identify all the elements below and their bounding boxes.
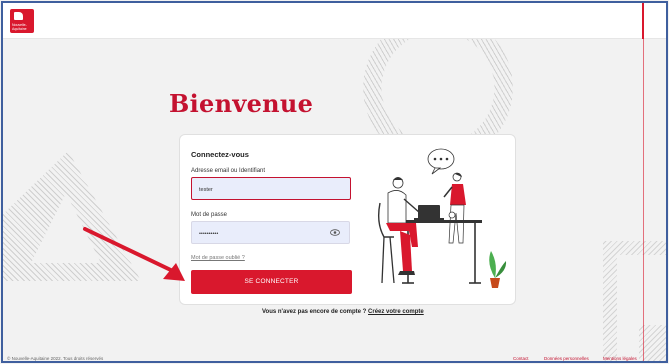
footer-link-contact[interactable]: Contact (513, 356, 529, 361)
page-title: Bienvenue (169, 89, 314, 118)
signup-prompt: Vous n'avez pas encore de compte ? Créez… (262, 309, 424, 315)
email-field[interactable]: tester (191, 177, 351, 200)
password-label: Mot de passe (191, 212, 228, 218)
page-accent-line (643, 39, 644, 361)
footer-copyright: © Nouvelle-Aquitaine 2022. Tous droits r… (7, 356, 104, 361)
footer-link-personal-data[interactable]: Données personnelles (544, 356, 589, 361)
signup-text: Vous n'avez pas encore de compte ? (262, 309, 367, 315)
region-logo-icon[interactable]: Nouvelle- Aquitaine (10, 9, 34, 33)
topbar-accent-line (642, 3, 644, 39)
login-heading: Connectez-vous (191, 150, 249, 159)
logo-text: Nouvelle- Aquitaine (12, 23, 27, 31)
login-card: Connectez-vous Adresse email ou Identifi… (179, 134, 516, 305)
footer-link-legal[interactable]: Mentions légales (603, 356, 637, 361)
email-label: Adresse email ou Identifiant (191, 168, 266, 174)
logo-mark (14, 12, 23, 20)
eye-icon[interactable] (330, 229, 340, 236)
password-field[interactable]: •••••••••• (191, 221, 350, 244)
browser-frame: Nouvelle- Aquitaine Bienvenue Connectez-… (1, 1, 668, 363)
annotation-arrow-icon (83, 227, 185, 281)
top-bar: Nouvelle- Aquitaine (3, 3, 666, 39)
people-desk-illustration (377, 148, 507, 288)
login-button[interactable]: SE CONNECTER (191, 270, 352, 294)
forgot-password-link[interactable]: Mot de passe oublié ? (191, 255, 245, 261)
create-account-link[interactable]: Créez votre compte (368, 309, 424, 315)
